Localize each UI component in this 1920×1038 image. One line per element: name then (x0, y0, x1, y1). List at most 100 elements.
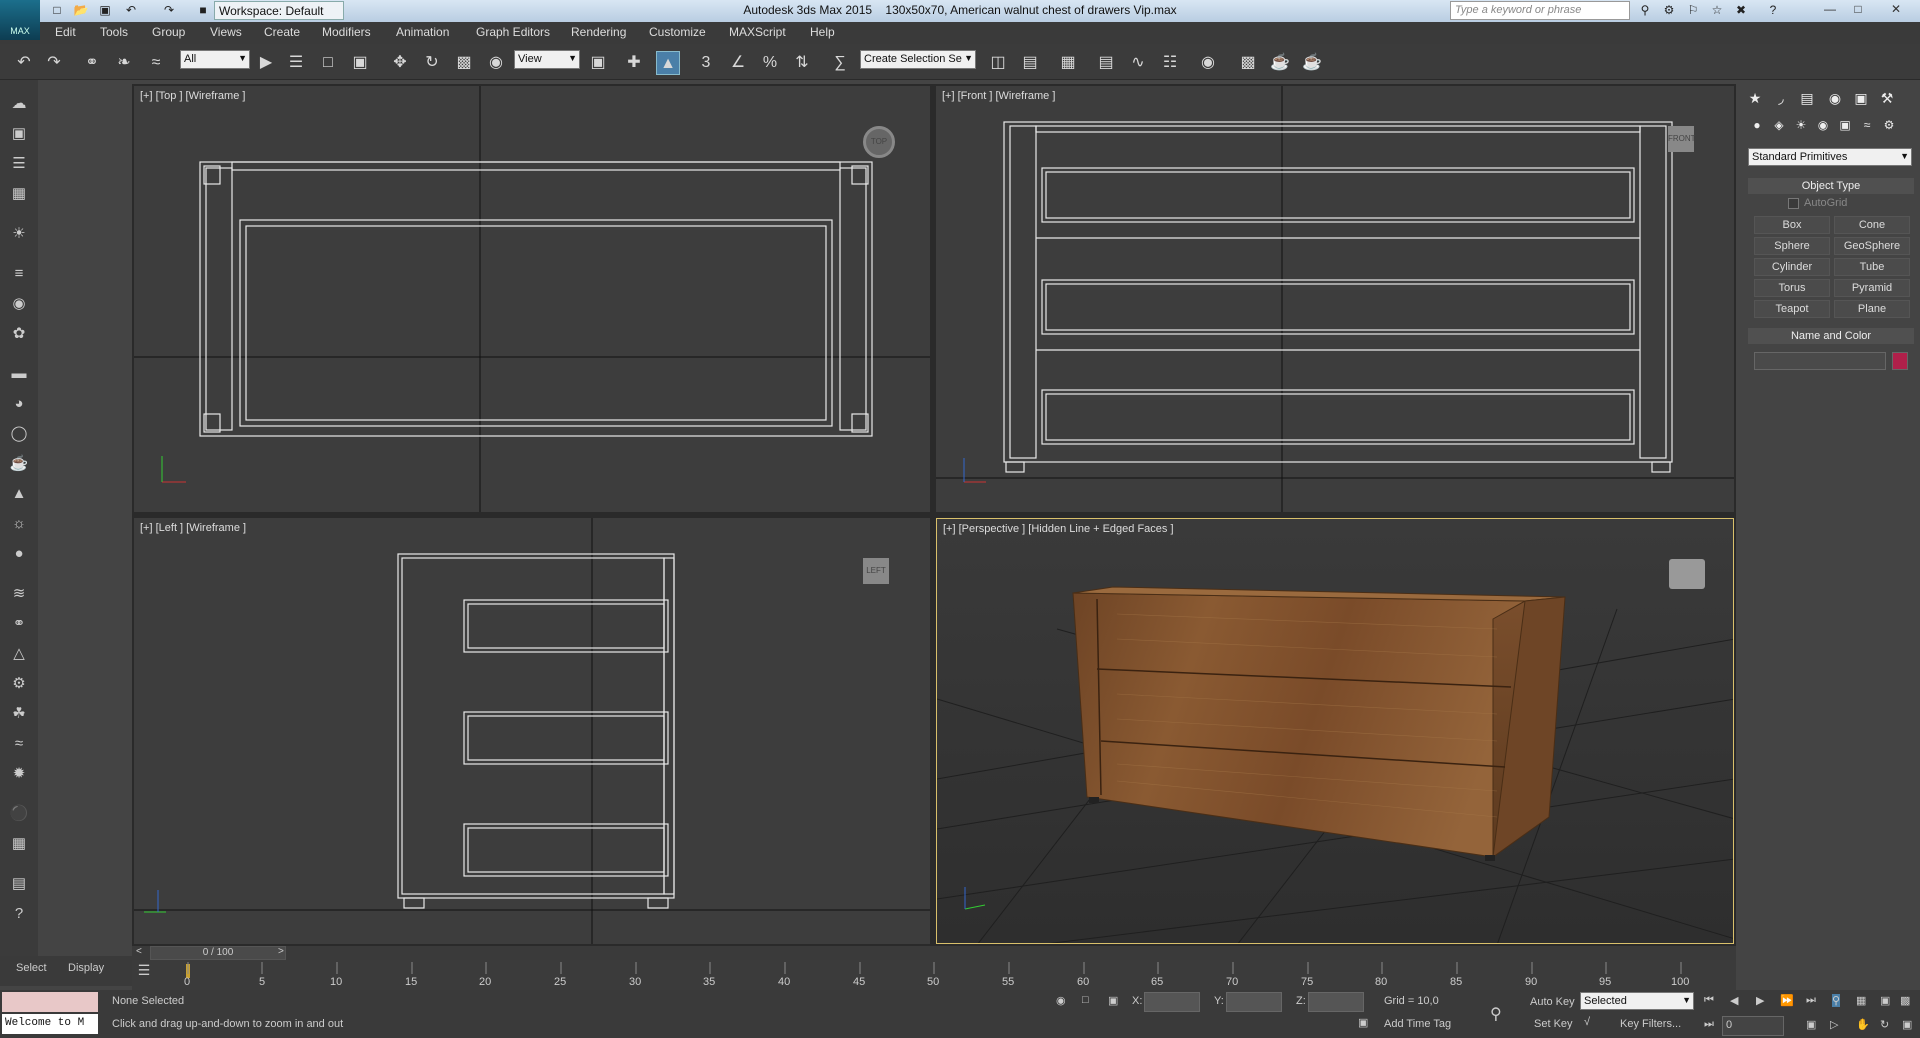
align-icon[interactable]: ▤ (1018, 51, 1042, 75)
autogrid-checkbox[interactable] (1788, 198, 1799, 209)
cone-icon[interactable]: ▲ (7, 482, 31, 506)
object-color-swatch[interactable] (1892, 352, 1908, 370)
name-and-color-rollout[interactable]: Name and Color (1748, 328, 1914, 344)
primitive-category-dropdown[interactable]: Standard Primitives ▼ (1748, 148, 1912, 166)
pan-icon[interactable]: ✋ (1856, 1018, 1870, 1031)
modify-tab-icon[interactable]: ◞ (1770, 87, 1792, 109)
cameras-icon[interactable]: ◉ (1812, 114, 1834, 136)
zoom-all-icon[interactable]: ▦ (1856, 994, 1866, 1007)
time-tag-icon[interactable]: ▣ (1358, 1016, 1368, 1029)
selection-filter-dropdown[interactable]: All ▼ (180, 50, 250, 69)
zoom-icon[interactable]: ⚲ (1832, 994, 1841, 1007)
sphere-button[interactable]: Sphere (1754, 237, 1830, 255)
hemisphere-icon[interactable]: ◕ (7, 392, 31, 416)
front-viewport[interactable]: [+] [Front ] [Wireframe ] FRONT (936, 86, 1734, 512)
viewcube-top[interactable]: TOP (863, 126, 895, 158)
viewcube-front[interactable]: FRONT (1668, 126, 1696, 152)
render-setup-icon[interactable]: ▩ (1236, 51, 1260, 75)
spinner-snap-icon[interactable]: ⇅ (790, 51, 814, 75)
binoculars-icon[interactable]: ⚲ (1636, 2, 1654, 18)
sphere-icon[interactable]: ◯ (7, 422, 31, 446)
menu-tools[interactable]: Tools (100, 25, 128, 39)
grid-icon[interactable]: ▦ (7, 832, 31, 856)
sun-icon[interactable]: ☼ (7, 512, 31, 536)
display-tab-icon[interactable]: ▣ (1850, 87, 1872, 109)
display-tab[interactable]: Display (68, 962, 104, 974)
spiral-icon[interactable]: ✹ (7, 762, 31, 786)
disc-icon[interactable]: ● (7, 542, 31, 566)
box-button[interactable]: Box (1754, 216, 1830, 234)
redo-icon[interactable]: ↷ (42, 51, 66, 75)
camera-icon[interactable]: ◉ (7, 292, 31, 316)
pivot-center-icon[interactable]: ▣ (586, 51, 610, 75)
object-type-rollout[interactable]: Object Type (1748, 178, 1914, 194)
maximize-viewport-icon[interactable]: ▣ (1902, 1018, 1912, 1031)
angle-snap-icon[interactable]: ∠ (726, 51, 750, 75)
close-button[interactable]: ✕ (1880, 1, 1912, 17)
motion-tab-icon[interactable]: ◉ (1824, 87, 1846, 109)
current-frame-input[interactable]: 0 (1722, 1016, 1784, 1036)
menu-group[interactable]: Group (152, 25, 185, 39)
snaps-toggle-icon[interactable]: 3 (694, 51, 718, 75)
move-icon[interactable]: ✥ (388, 51, 412, 75)
key-mode-dropdown[interactable]: Selected ▼ (1580, 992, 1694, 1010)
bone-icon[interactable]: ⚭ (7, 612, 31, 636)
maxscript-mini-listener[interactable] (2, 992, 98, 1012)
menu-customize[interactable]: Customize (649, 25, 706, 39)
named-selection-sets-dropdown[interactable]: Create Selection Se ▼ (860, 50, 976, 69)
question-icon[interactable]: ? (7, 902, 31, 926)
systems-icon[interactable]: ⚙ (1878, 114, 1900, 136)
previous-frame-icon[interactable]: ◀ (1730, 994, 1738, 1007)
layer-manager-icon[interactable]: ▣ (7, 122, 31, 146)
scale-icon[interactable]: ▩ (452, 51, 476, 75)
field-of-view-icon[interactable]: ▷ (1830, 1018, 1838, 1031)
z-coordinate-input[interactable] (1308, 992, 1364, 1012)
object-name-input[interactable] (1754, 352, 1886, 370)
light-icon[interactable]: ☀ (7, 222, 31, 246)
teapot-icon[interactable]: ☕ (7, 452, 31, 476)
isolate-icon[interactable]: ◉ (1056, 994, 1066, 1007)
play-icon[interactable]: ▶ (1756, 994, 1764, 1007)
menu-graph-editors[interactable]: Graph Editors (476, 25, 550, 39)
menu-animation[interactable]: Animation (396, 25, 449, 39)
geometry-icon[interactable]: ● (1746, 114, 1768, 136)
rendered-frame-window-icon[interactable]: ☕ (1268, 51, 1292, 75)
menu-edit[interactable]: Edit (55, 25, 76, 39)
bind-space-warp-icon[interactable]: ≈ (144, 51, 168, 75)
hf-icon[interactable]: ≈ (7, 732, 31, 756)
teapot-button[interactable]: Teapot (1754, 300, 1830, 318)
zoom-extents-icon[interactable]: ▣ (1880, 994, 1890, 1007)
hierarchy-tab-icon[interactable]: ▤ (1796, 87, 1818, 109)
subscription-icon[interactable]: ⚙ (1660, 2, 1678, 18)
track-bar[interactable]: 0 5 10 15 20 25 30 35 40 45 50 55 60 65 … (132, 960, 1736, 990)
menu-create[interactable]: Create (264, 25, 300, 39)
modifier-stack-icon[interactable]: ≡ (7, 262, 31, 286)
schematic-view-icon[interactable]: ☷ (1158, 51, 1182, 75)
box-primitive-icon[interactable]: ▬ (7, 362, 31, 386)
select-object-icon[interactable]: ▶ (254, 51, 278, 75)
left-viewport-label[interactable]: [+] [Left ] [Wireframe ] (140, 522, 246, 534)
exchange-icon[interactable]: ✖ (1732, 2, 1750, 18)
time-config-icon[interactable]: ▣ (1806, 1018, 1816, 1031)
favorites-icon[interactable]: ☆ (1708, 2, 1726, 18)
pyramid-button[interactable]: Pyramid (1834, 279, 1910, 297)
add-time-tag[interactable]: Add Time Tag (1384, 1018, 1451, 1030)
help-icon[interactable]: ? (1764, 2, 1782, 18)
perspective-viewport-label[interactable]: [+] [Perspective ] [Hidden Line + Edged … (943, 523, 1174, 535)
set-key-icon[interactable]: √ (1584, 1016, 1590, 1028)
lights-icon[interactable]: ☀ (1790, 114, 1812, 136)
undo-icon[interactable]: ↶ (12, 51, 36, 75)
menu-views[interactable]: Views (210, 25, 242, 39)
document-icon[interactable]: ▤ (7, 872, 31, 896)
track-bar-menu-icon[interactable]: ☰ (132, 962, 156, 984)
viewcube-perspective[interactable] (1669, 559, 1705, 589)
plant-icon[interactable]: ☘ (7, 702, 31, 726)
space-warps-icon[interactable]: ≈ (1856, 114, 1878, 136)
hair-icon[interactable]: ≋ (7, 582, 31, 606)
material-editor-icon[interactable]: ◉ (1196, 51, 1220, 75)
curve-editor-icon[interactable]: ∿ (1126, 51, 1150, 75)
maxscript-input[interactable]: Welcome to M (2, 1014, 98, 1034)
menu-maxscript[interactable]: MAXScript (729, 25, 786, 39)
front-viewport-label[interactable]: [+] [Front ] [Wireframe ] (942, 90, 1055, 102)
top-viewport-label[interactable]: [+] [Top ] [Wireframe ] (140, 90, 245, 102)
